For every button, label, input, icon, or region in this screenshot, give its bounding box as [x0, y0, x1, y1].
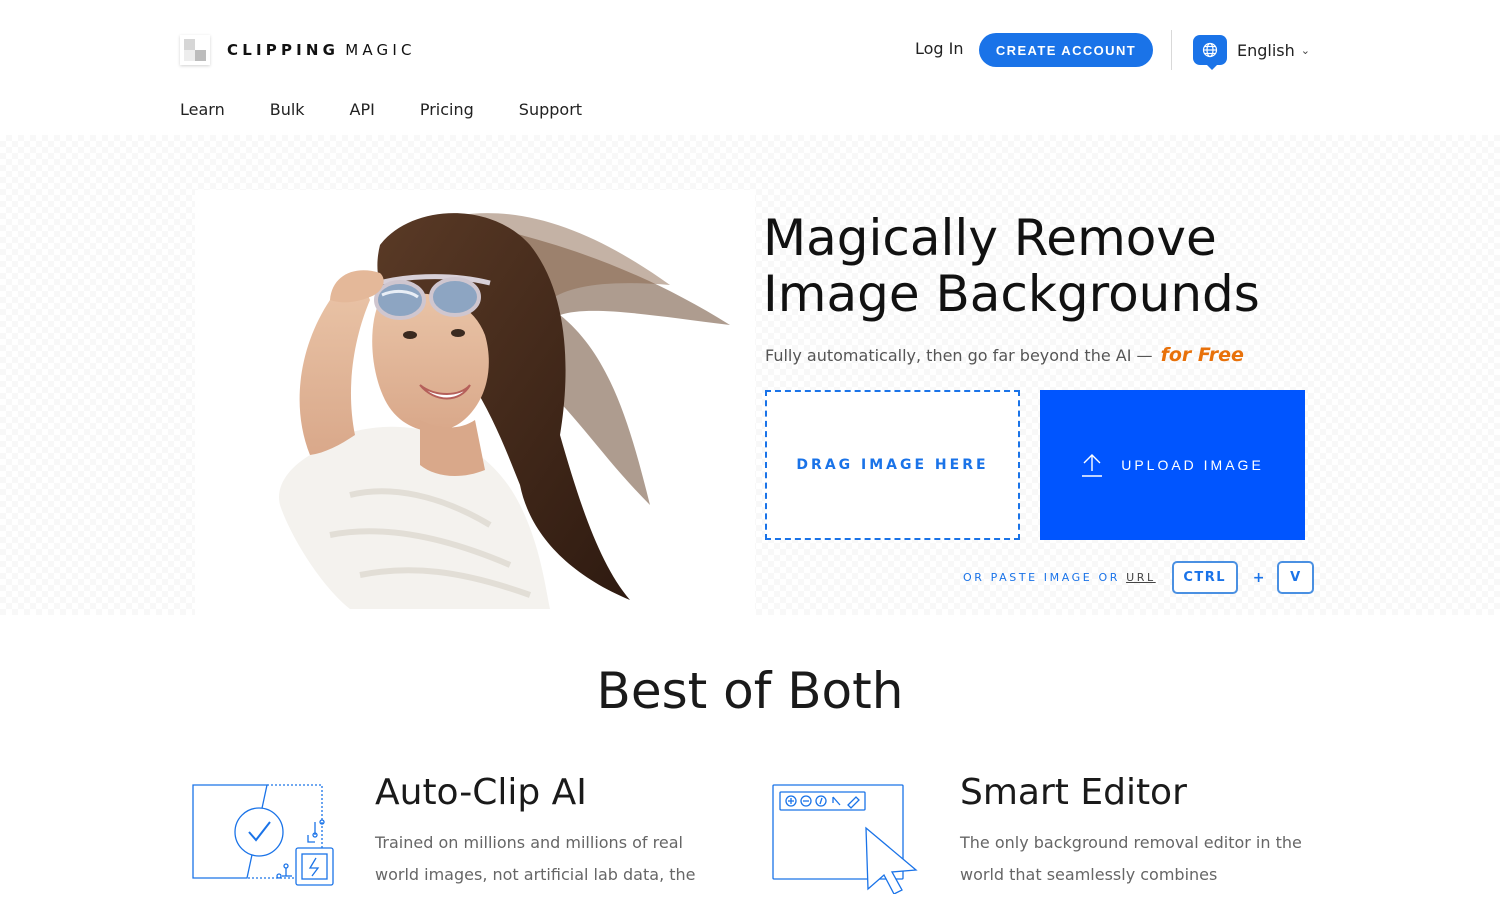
plus-sign: + [1252, 569, 1265, 586]
language-selector[interactable]: English ⌄ [1193, 35, 1310, 70]
nav-item-pricing[interactable]: Pricing [420, 100, 474, 119]
nav-item-support[interactable]: Support [519, 100, 582, 119]
login-link[interactable]: Log In [915, 39, 964, 58]
feature-title-auto-clip: Auto-Clip AI [375, 772, 587, 813]
feature-body-auto-clip: Trained on millions and millions of real… [375, 833, 696, 884]
nav-item-bulk[interactable]: Bulk [270, 100, 305, 119]
header-divider [1171, 30, 1172, 70]
v-key: V [1277, 561, 1315, 594]
ctrl-key: CTRL [1171, 561, 1238, 594]
feature-title-smart-editor: Smart Editor [960, 772, 1187, 813]
feature-body-smart-editor: The only background removal editor in th… [960, 833, 1302, 884]
paste-url-link[interactable]: URL [1126, 571, 1156, 584]
drag-image-dropzone[interactable]: DRAG IMAGE HERE [765, 390, 1020, 540]
logo-mark-icon [180, 35, 210, 65]
upload-arrow-icon [1081, 453, 1103, 477]
hero-subtitle: Fully automatically, then go far beyond … [765, 344, 1244, 366]
paste-text: OR PASTE IMAGE OR URL [963, 571, 1156, 584]
upload-image-label: UPLOAD IMAGE [1121, 457, 1264, 473]
globe-icon [1193, 35, 1227, 70]
language-label: English [1237, 40, 1295, 60]
upload-image-button[interactable]: UPLOAD IMAGE [1040, 390, 1305, 540]
for-free-highlight: for Free [1160, 344, 1244, 366]
editor-cursor-icon [772, 784, 918, 894]
paste-hint: OR PASTE IMAGE OR URL CTRL + V [963, 561, 1315, 594]
hero-photo [279, 213, 730, 609]
nav-item-api[interactable]: API [350, 100, 375, 119]
logo-text: CLIPPING MAGIC [227, 41, 416, 59]
nav-item-learn[interactable]: Learn [180, 100, 225, 119]
hero-title: Magically Remove Image Backgrounds [763, 209, 1260, 323]
section-title: Best of Both [596, 662, 904, 720]
create-account-button[interactable]: CREATE ACCOUNT [979, 33, 1153, 67]
ai-check-icon [192, 784, 334, 886]
chevron-down-icon: ⌄ [1300, 43, 1310, 57]
logo[interactable]: CLIPPING MAGIC [180, 34, 416, 66]
main-nav: Learn Bulk API Pricing Support [180, 100, 627, 119]
